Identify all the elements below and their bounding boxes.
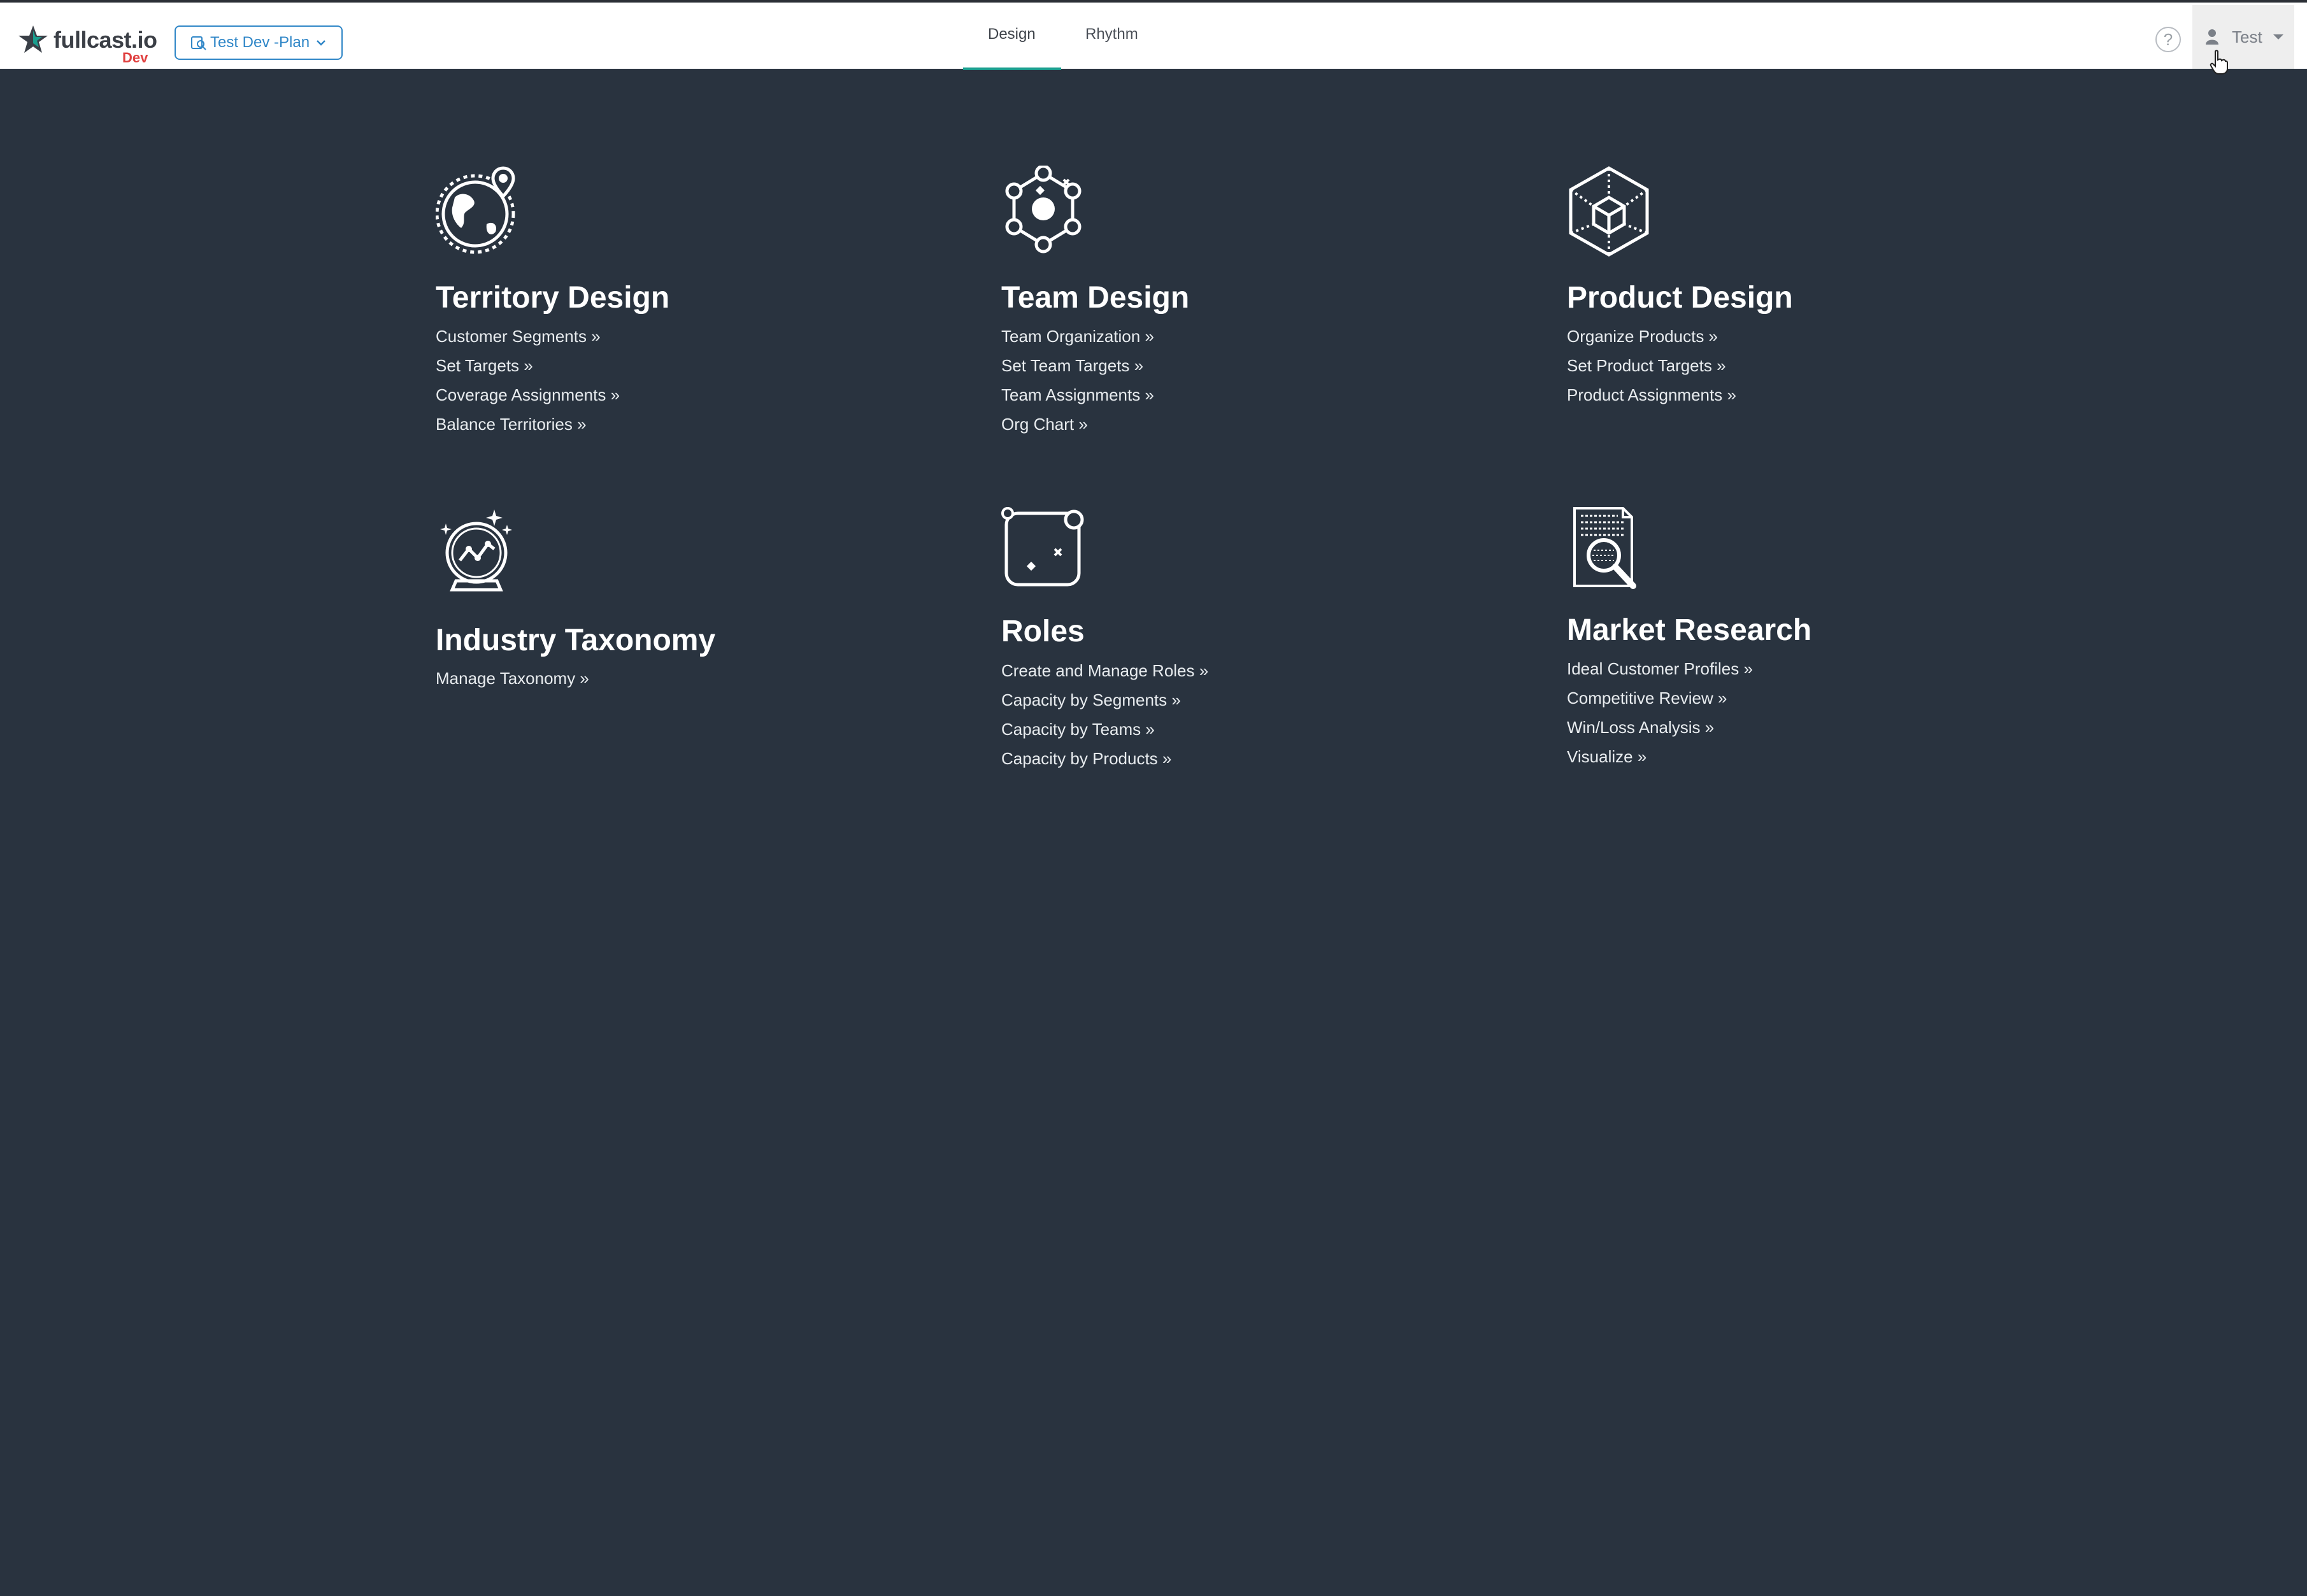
link-product-assignments[interactable]: Product Assignments » [1567, 380, 1736, 410]
document-search-icon [1573, 507, 1636, 589]
plan-icon [190, 34, 208, 52]
plan-selector-button[interactable]: Test Dev -Plan [175, 25, 343, 60]
link-set-product-targets[interactable]: Set Product Targets » [1567, 351, 1736, 380]
link-org-chart[interactable]: Org Chart » [1001, 410, 1154, 439]
product-design-links: Organize Products » Set Product Targets … [1567, 322, 1736, 410]
link-create-manage-roles[interactable]: Create and Manage Roles » [1001, 656, 1208, 685]
section-title: Territory Design [436, 281, 670, 315]
cube-icon [1569, 166, 1649, 257]
link-coverage-assignments[interactable]: Coverage Assignments » [436, 380, 620, 410]
section-title: Industry Taxonomy [436, 623, 716, 657]
link-capacity-by-teams[interactable]: Capacity by Teams » [1001, 715, 1208, 744]
hand-cursor-icon [2210, 50, 2228, 75]
link-win-loss-analysis[interactable]: Win/Loss Analysis » [1567, 713, 1753, 742]
globe-pin-icon [436, 166, 515, 254]
link-team-organization[interactable]: Team Organization » [1001, 322, 1154, 351]
link-customer-segments[interactable]: Customer Segments » [436, 322, 620, 351]
link-set-targets[interactable]: Set Targets » [436, 351, 620, 380]
crystal-ball-icon [440, 509, 512, 592]
roles-board-icon [1001, 507, 1084, 587]
user-icon [2205, 29, 2219, 45]
territory-design-links: Customer Segments » Set Targets » Covera… [436, 322, 620, 439]
environment-badge: Dev [122, 50, 148, 66]
team-design-links: Team Organization » Set Team Targets » T… [1001, 322, 1154, 439]
tab-design[interactable]: Design [988, 25, 1036, 43]
star-logo-icon [18, 25, 48, 53]
link-balance-territories[interactable]: Balance Territories » [436, 410, 620, 439]
active-tab-indicator [963, 68, 1061, 70]
network-hub-icon [1005, 166, 1082, 253]
link-set-team-targets[interactable]: Set Team Targets » [1001, 351, 1154, 380]
link-organize-products[interactable]: Organize Products » [1567, 322, 1736, 351]
link-team-assignments[interactable]: Team Assignments » [1001, 380, 1154, 410]
link-ideal-customer-profiles[interactable]: Ideal Customer Profiles » [1567, 654, 1753, 683]
plan-selector-label: Test Dev -Plan [210, 34, 310, 51]
link-competitive-review[interactable]: Competitive Review » [1567, 683, 1753, 713]
chevron-down-icon [316, 39, 326, 46]
section-title: Roles [1001, 615, 1085, 648]
link-visualize[interactable]: Visualize » [1567, 742, 1753, 771]
section-title: Product Design [1567, 281, 1793, 315]
market-research-links: Ideal Customer Profiles » Competitive Re… [1567, 654, 1753, 771]
user-menu-button[interactable]: Test [2192, 5, 2294, 69]
link-capacity-by-segments[interactable]: Capacity by Segments » [1001, 685, 1208, 715]
link-manage-taxonomy[interactable]: Manage Taxonomy » [436, 664, 589, 693]
help-icon[interactable]: ? [2155, 27, 2181, 52]
top-navbar: fullcast.io Dev Test Dev -Plan Design Rh… [0, 0, 2307, 75]
caret-down-icon [2273, 34, 2284, 40]
link-capacity-by-products[interactable]: Capacity by Products » [1001, 744, 1208, 773]
user-name: Test [2232, 27, 2262, 46]
section-title: Team Design [1001, 281, 1190, 315]
industry-taxonomy-links: Manage Taxonomy » [436, 664, 589, 693]
roles-links: Create and Manage Roles » Capacity by Se… [1001, 656, 1208, 773]
tab-rhythm[interactable]: Rhythm [1085, 25, 1138, 43]
section-title: Market Research [1567, 613, 1812, 647]
